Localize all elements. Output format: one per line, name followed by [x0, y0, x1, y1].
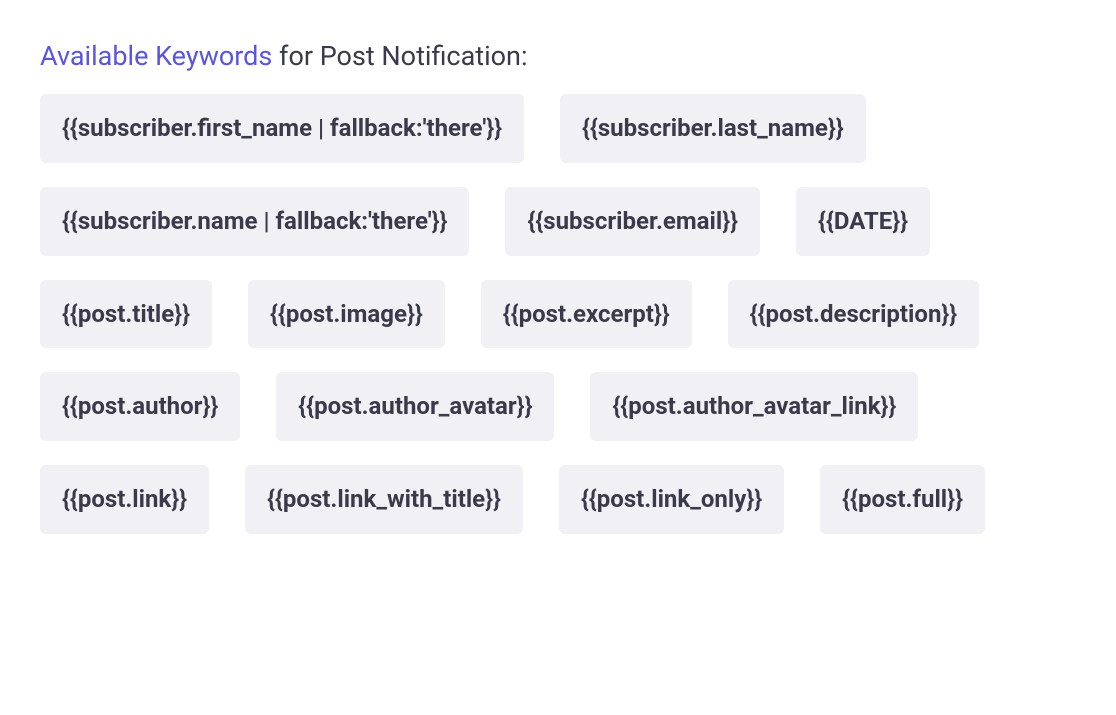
- keywords-container: {{subscriber.first_name | fallback:'ther…: [40, 94, 1076, 534]
- keyword-chip[interactable]: {{subscriber.first_name | fallback:'ther…: [40, 94, 524, 163]
- keyword-chip[interactable]: {{post.author_avatar}}: [276, 372, 554, 441]
- keyword-chip[interactable]: {{subscriber.last_name}}: [560, 94, 866, 163]
- keyword-chip[interactable]: {{subscriber.name | fallback:'there'}}: [40, 187, 469, 256]
- keyword-chip[interactable]: {{post.image}}: [248, 280, 445, 349]
- keyword-chip[interactable]: {{post.author}}: [40, 372, 240, 441]
- keyword-chip[interactable]: {{DATE}}: [796, 187, 930, 256]
- header-rest: for Post Notification:: [272, 40, 527, 72]
- section-header: Available Keywords for Post Notification…: [40, 40, 1076, 72]
- keyword-chip[interactable]: {{subscriber.email}}: [505, 187, 760, 256]
- available-keywords-link[interactable]: Available Keywords: [40, 40, 272, 72]
- keyword-chip[interactable]: {{post.link_with_title}}: [245, 465, 523, 534]
- keyword-chip[interactable]: {{post.title}}: [40, 280, 212, 349]
- keyword-chip[interactable]: {{post.excerpt}}: [481, 280, 692, 349]
- keyword-chip[interactable]: {{post.link}}: [40, 465, 209, 534]
- keyword-chip[interactable]: {{post.description}}: [728, 280, 980, 349]
- keyword-chip[interactable]: {{post.full}}: [820, 465, 985, 534]
- keyword-chip[interactable]: {{post.author_avatar_link}}: [590, 372, 918, 441]
- keyword-chip[interactable]: {{post.link_only}}: [559, 465, 784, 534]
